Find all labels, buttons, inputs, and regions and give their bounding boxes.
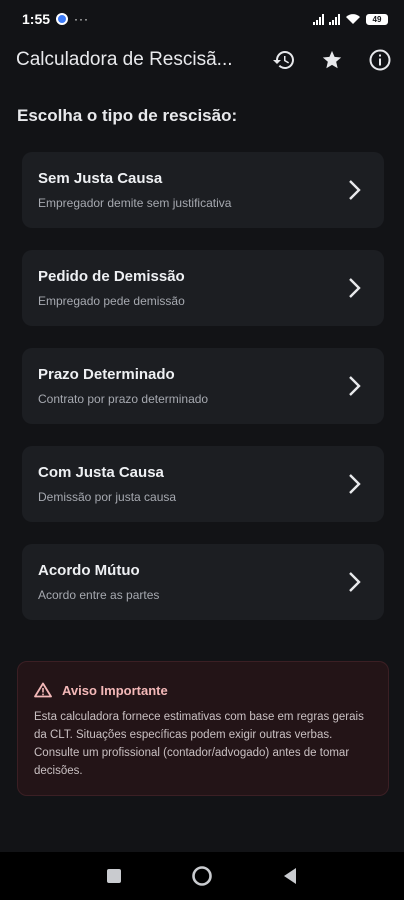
status-bar: 1:55 ··· 49 (0, 0, 404, 38)
info-icon (369, 49, 391, 71)
app-title: Calculadora de Rescisã... (16, 49, 233, 70)
option-text: Com Justa Causa Demissão por justa causa (38, 464, 344, 504)
status-right: 49 (313, 13, 388, 25)
notice-title: Aviso Importante (62, 682, 168, 698)
option-subtitle: Empregado pede demissão (38, 294, 185, 308)
option-text: Pedido de Demissão Empregado pede demiss… (38, 268, 344, 308)
option-title: Acordo Mútuo (38, 562, 140, 579)
chevron-right-icon (344, 374, 364, 398)
notice-header: Aviso Importante (34, 682, 372, 698)
option-prazo-determinado[interactable]: Prazo Determinado Contrato por prazo det… (22, 348, 384, 424)
star-icon (322, 50, 342, 69)
section-title: Escolha o tipo de rescisão: (17, 106, 238, 125)
option-acordo-mutuo[interactable]: Acordo Mútuo Acordo entre as partes (22, 544, 384, 620)
option-text: Prazo Determinado Contrato por prazo det… (38, 366, 344, 406)
chevron-right-icon (344, 570, 364, 594)
history-button[interactable] (260, 38, 308, 82)
battery-icon: 49 (366, 13, 388, 25)
option-subtitle: Contrato por prazo determinado (38, 392, 209, 406)
important-notice-card: Aviso Importante Esta calculadora fornec… (17, 661, 389, 796)
home-button[interactable] (190, 864, 214, 888)
option-subtitle: Acordo entre as partes (38, 588, 160, 602)
favorite-button[interactable] (308, 38, 356, 82)
option-subtitle: Demissão por justa causa (38, 490, 177, 504)
option-pedido-de-demissao[interactable]: Pedido de Demissão Empregado pede demiss… (22, 250, 384, 326)
signal-icon-2 (329, 13, 340, 25)
notice-body: Esta calculadora fornece estimativas com… (34, 711, 364, 777)
option-title: Prazo Determinado (38, 366, 175, 383)
system-navigation-bar (0, 852, 404, 900)
square-icon (107, 869, 121, 883)
option-text: Sem Justa Causa Empregador demite sem ju… (38, 170, 344, 210)
signal-icon (313, 13, 324, 25)
info-button[interactable] (356, 38, 404, 82)
chevron-right-icon (344, 276, 364, 300)
termination-options-list: Sem Justa Causa Empregador demite sem ju… (22, 152, 384, 642)
option-title: Pedido de Demissão (38, 268, 185, 285)
option-title: Com Justa Causa (38, 464, 164, 481)
battery-level: 49 (372, 14, 382, 24)
back-triangle-icon (284, 868, 296, 884)
warning-triangle-icon (34, 682, 52, 698)
status-time: 1:55 (22, 11, 51, 27)
option-title: Sem Justa Causa (38, 170, 163, 187)
status-left: 1:55 ··· (22, 11, 89, 27)
chevron-right-icon (344, 472, 364, 496)
option-text: Acordo Mútuo Acordo entre as partes (38, 562, 344, 602)
back-button[interactable] (278, 864, 302, 888)
home-circle-icon (192, 866, 212, 886)
history-icon (273, 51, 294, 69)
recents-button[interactable] (102, 864, 126, 888)
chevron-right-icon (344, 178, 364, 202)
more-notifications-icon: ··· (74, 12, 90, 26)
app-bar: Calculadora de Rescisã... (0, 38, 404, 82)
app-actions (260, 38, 404, 82)
notification-app-icon (56, 13, 69, 25)
wifi-icon (346, 14, 360, 24)
option-sem-justa-causa[interactable]: Sem Justa Causa Empregador demite sem ju… (22, 152, 384, 228)
option-subtitle: Empregador demite sem justificativa (38, 196, 232, 210)
option-com-justa-causa[interactable]: Com Justa Causa Demissão por justa causa (22, 446, 384, 522)
